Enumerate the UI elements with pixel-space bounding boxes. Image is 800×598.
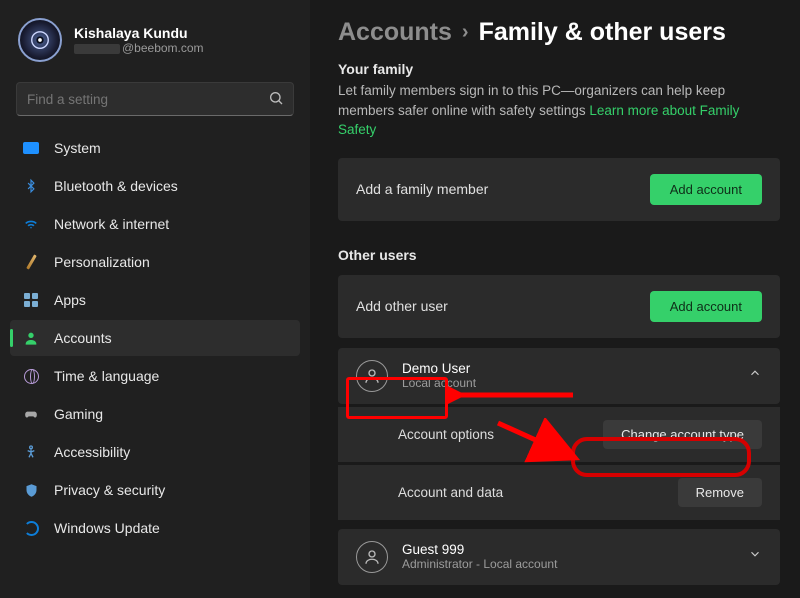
add-family-card: Add a family member Add account — [338, 158, 780, 221]
family-title: Your family — [338, 61, 780, 77]
nav-list: System Bluetooth & devices Network & inter… — [10, 130, 300, 546]
sidebar-item-time-language[interactable]: Time & language — [10, 358, 300, 394]
sidebar-item-system[interactable]: System — [10, 130, 300, 166]
sidebar-item-personalization[interactable]: Personalization — [10, 244, 300, 280]
shield-icon — [22, 481, 40, 499]
sidebar-item-label: Gaming — [54, 406, 103, 422]
search-input[interactable] — [16, 82, 294, 116]
account-options-label: Account options — [398, 427, 494, 442]
wifi-icon — [22, 215, 40, 233]
sidebar-item-label: Personalization — [54, 254, 150, 270]
sidebar-item-bluetooth-devices[interactable]: Bluetooth & devices — [10, 168, 300, 204]
sidebar-item-label: Privacy & security — [54, 482, 165, 498]
apps-icon — [22, 291, 40, 309]
sidebar-item-label: Bluetooth & devices — [54, 178, 178, 194]
sidebar-item-label: Windows Update — [54, 520, 160, 536]
search-icon — [268, 90, 284, 111]
person-icon — [22, 329, 40, 347]
user-sub: Administrator - Local account — [402, 557, 557, 571]
update-icon — [22, 519, 40, 537]
breadcrumb: Accounts › Family & other users — [338, 18, 780, 47]
family-desc: Let family members sign in to this PC—or… — [338, 81, 780, 140]
sidebar-item-windows-update[interactable]: Windows Update — [10, 510, 300, 546]
sidebar-item-label: System — [54, 140, 101, 156]
user-row-guest[interactable]: Guest 999 Administrator - Local account — [338, 529, 780, 585]
user-sub: Local account — [402, 376, 476, 390]
remove-button[interactable]: Remove — [678, 478, 762, 507]
profile-header[interactable]: Kishalaya Kundu @beebom.com — [10, 14, 300, 78]
user-name: Guest 999 — [402, 542, 557, 557]
add-family-button[interactable]: Add account — [650, 174, 762, 205]
chevron-up-icon — [748, 366, 762, 385]
globe-icon — [22, 367, 40, 385]
account-data-row: Account and data Remove — [338, 465, 780, 520]
avatar — [18, 18, 62, 62]
profile-name: Kishalaya Kundu — [74, 25, 204, 41]
sidebar-item-network-internet[interactable]: Network & internet — [10, 206, 300, 242]
sidebar-item-label: Time & language — [54, 368, 159, 384]
game-icon — [22, 405, 40, 423]
user-row-demo[interactable]: Demo User Local account — [338, 348, 780, 404]
change-account-type-button[interactable]: Change account type — [603, 420, 762, 449]
add-other-card: Add other user Add account — [338, 275, 780, 338]
add-other-label: Add other user — [356, 298, 448, 314]
system-icon — [22, 139, 40, 157]
main-panel: Accounts › Family & other users Your fam… — [310, 0, 800, 598]
bluetooth-icon — [22, 177, 40, 195]
access-icon — [22, 443, 40, 461]
breadcrumb-parent[interactable]: Accounts — [338, 18, 452, 47]
sidebar-item-gaming[interactable]: Gaming — [10, 396, 300, 432]
user-name: Demo User — [402, 361, 476, 376]
sidebar-item-apps[interactable]: Apps — [10, 282, 300, 318]
chevron-right-icon: › — [462, 21, 469, 44]
search-container — [16, 82, 294, 116]
sidebar-item-privacy-security[interactable]: Privacy & security — [10, 472, 300, 508]
sidebar-item-label: Network & internet — [54, 216, 169, 232]
sidebar-item-accounts[interactable]: Accounts — [10, 320, 300, 356]
breadcrumb-current: Family & other users — [479, 18, 726, 47]
sidebar-item-label: Accounts — [54, 330, 112, 346]
person-icon — [356, 360, 388, 392]
add-other-button[interactable]: Add account — [650, 291, 762, 322]
profile-email: @beebom.com — [74, 41, 204, 55]
chevron-down-icon — [748, 547, 762, 566]
pen-icon — [22, 253, 40, 271]
account-options-row: Account options Change account type — [338, 407, 780, 462]
sidebar-item-accessibility[interactable]: Accessibility — [10, 434, 300, 470]
add-family-label: Add a family member — [356, 181, 488, 197]
sidebar-item-label: Apps — [54, 292, 86, 308]
other-users-title: Other users — [338, 247, 780, 263]
account-data-label: Account and data — [398, 485, 503, 500]
person-icon — [356, 541, 388, 573]
sidebar-item-label: Accessibility — [54, 444, 130, 460]
